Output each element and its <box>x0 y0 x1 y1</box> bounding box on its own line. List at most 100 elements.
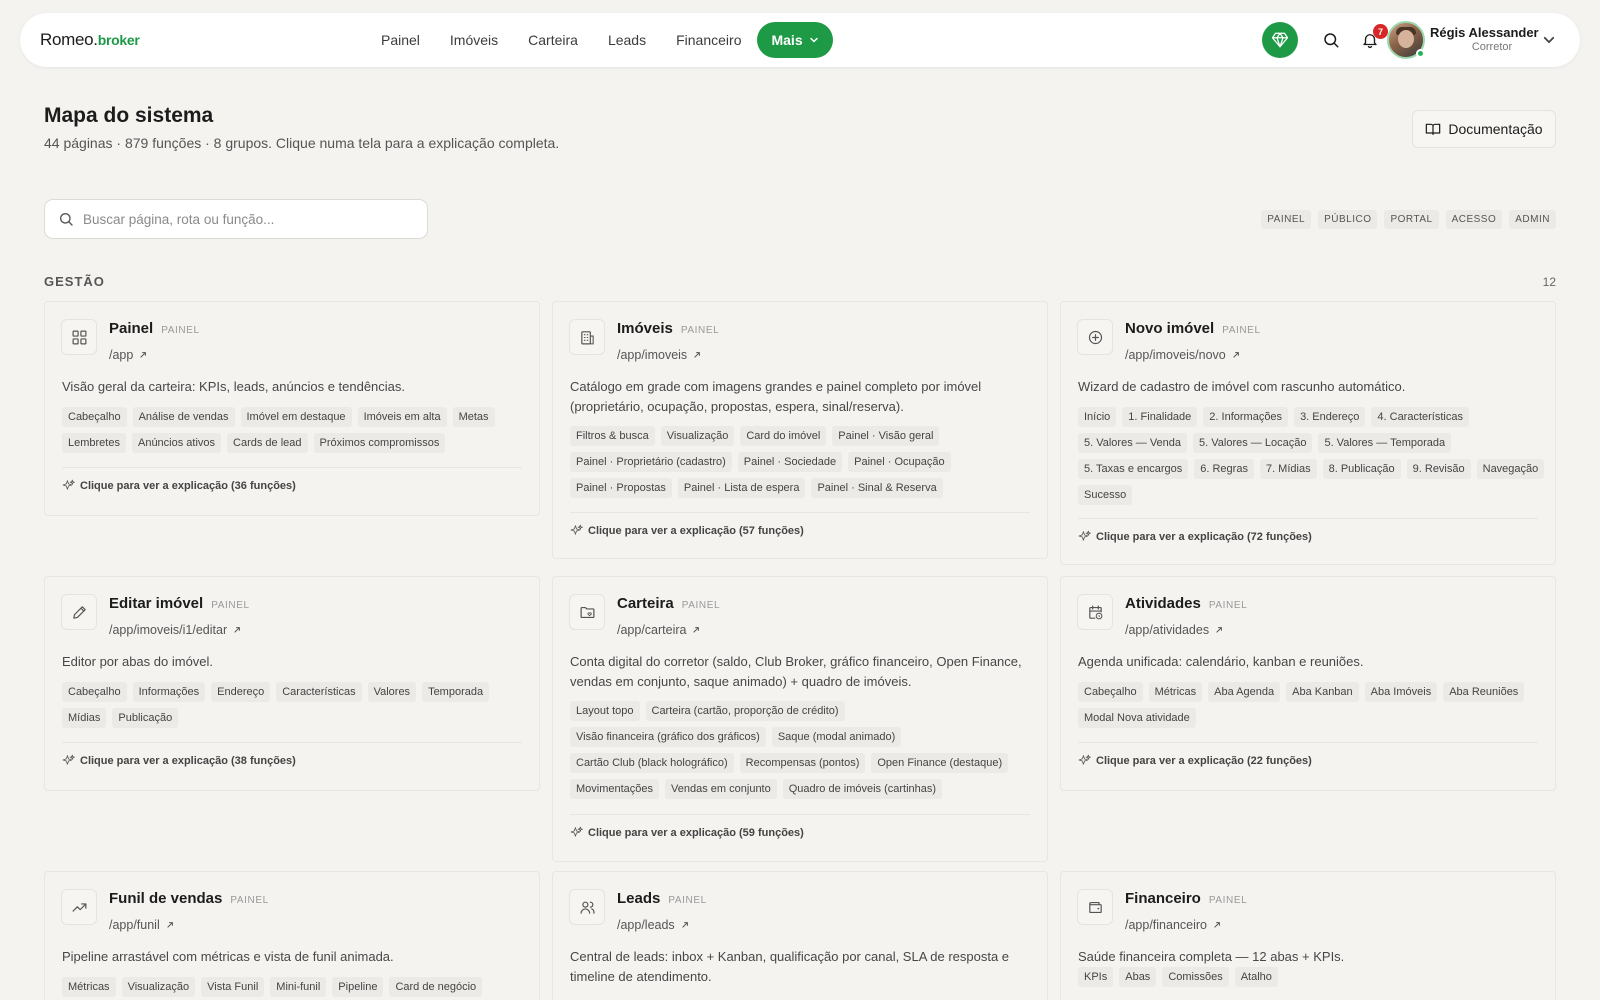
nav-link-painel[interactable]: Painel <box>381 32 420 48</box>
external-link-icon <box>166 922 173 928</box>
function-chip: Vista Funil <box>201 977 265 997</box>
function-chip: Vendas em conjunto <box>665 779 777 799</box>
page-card-editar-imovel[interactable]: Editar imóvel PAINEL /app/imoveis/i1/edit… <box>44 576 540 791</box>
function-chips: Início 1. Finalidade 2. Informações 3. E… <box>1078 407 1548 505</box>
function-chip: Navegação <box>1476 459 1545 479</box>
page-title: Mapa do sistema <box>44 104 214 127</box>
group-filters: PAINEL PÚBLICO PORTAL ACESSO ADMIN <box>1261 210 1556 229</box>
sparkles-icon <box>62 754 75 765</box>
chevron-down-icon <box>809 37 818 43</box>
card-route-link[interactable]: /app/leads <box>617 918 689 932</box>
card-footer-link[interactable]: Clique para ver a explicação (57 funções… <box>570 512 1030 537</box>
external-link-icon <box>681 922 688 928</box>
page-card-atividades[interactable]: Atividades PAINEL /app/atividades Agenda … <box>1060 576 1556 791</box>
card-description: Visão geral da carteira: KPIs, leads, an… <box>62 379 406 394</box>
card-route-link[interactable]: /app/atividades <box>1125 623 1223 637</box>
card-route-link[interactable]: /app/imoveis/i1/editar <box>109 623 241 637</box>
card-route-link[interactable]: /app/imoveis <box>617 348 701 362</box>
function-chips: Cabeçalho Informações Endereço Caracterí… <box>62 682 532 728</box>
nav-link-leads[interactable]: Leads <box>608 32 646 48</box>
more-menu-label: Mais <box>771 32 803 48</box>
search-icon <box>59 213 73 226</box>
documentation-button[interactable]: Documentação <box>1412 110 1556 148</box>
page-card-funil[interactable]: Funil de vendas PAINEL /app/funil Pipelin… <box>44 871 540 1000</box>
function-chip: Aba Imóveis <box>1364 682 1438 702</box>
card-description: Wizard de cadastro de imóvel com rascunh… <box>1078 379 1406 394</box>
function-chip: Aba Agenda <box>1208 682 1281 702</box>
page-card-carteira[interactable]: Carteira PAINEL /app/carteira Conta digit… <box>552 576 1048 862</box>
online-status-dot <box>1416 49 1425 58</box>
book-open-icon <box>1426 123 1441 135</box>
card-title: Funil de vendas <box>109 890 223 907</box>
card-footer-link[interactable]: Clique para ver a explicação (22 funções… <box>1078 742 1538 767</box>
external-link-icon <box>694 352 701 358</box>
card-tag: PAINEL <box>681 600 721 611</box>
function-chip: Anúncios ativos <box>131 433 222 453</box>
premium-button[interactable] <box>1262 22 1298 58</box>
card-route-link[interactable]: /app/financeiro <box>1125 918 1221 932</box>
page-card-imoveis[interactable]: Imóveis PAINEL /app/imoveis Catálogo em g… <box>552 301 1048 559</box>
sparkles-icon <box>570 826 583 837</box>
nav-link-imoveis[interactable]: Imóveis <box>450 32 498 48</box>
sparkles-icon <box>1078 754 1091 765</box>
function-chip: 5. Taxas e encargos <box>1078 459 1189 479</box>
function-chips: Cabeçalho Métricas Aba Agenda Aba Kanban… <box>1078 682 1548 728</box>
notifications-button[interactable]: 7 <box>1358 24 1388 52</box>
page-card-novo-imovel[interactable]: Novo imóvel PAINEL /app/imoveis/novo Wiza… <box>1060 301 1556 565</box>
function-chip: Atalho <box>1234 967 1278 987</box>
section-title: GESTÃO <box>44 274 105 289</box>
function-chip: Quadro de imóveis (cartinhas) <box>782 779 943 799</box>
function-chips: KPIs Abas Comissões Atalho <box>1078 967 1548 987</box>
filter-admin[interactable]: ADMIN <box>1509 210 1556 229</box>
function-chip: 3. Endereço <box>1294 407 1366 427</box>
card-route-link[interactable]: /app <box>109 348 147 362</box>
function-chip: Publicação <box>112 708 179 728</box>
building-icon <box>569 319 605 355</box>
main-nav: Painel Imóveis Carteira Leads Financeiro… <box>381 13 833 67</box>
card-description: Catálogo em grade com imagens grandes e … <box>570 379 982 414</box>
brand-logo[interactable]: Romeo.broker <box>40 30 140 50</box>
filter-publico[interactable]: PÚBLICO <box>1318 210 1378 229</box>
filter-portal[interactable]: PORTAL <box>1384 210 1439 229</box>
card-route-link[interactable]: /app/funil <box>109 918 174 932</box>
function-chip: Carteira (cartão, proporção de crédito) <box>645 701 845 721</box>
page-card-leads[interactable]: Leads PAINEL /app/leads Central de leads:… <box>552 871 1048 1000</box>
function-chip: Cabeçalho <box>62 407 127 427</box>
external-link-icon <box>1216 627 1222 633</box>
filter-acesso[interactable]: ACESSO <box>1445 210 1503 229</box>
function-chip: Aba Kanban <box>1286 682 1359 702</box>
card-tag: PAINEL <box>161 325 200 336</box>
top-navbar: Romeo.broker Painel Imóveis Carteira Lea… <box>20 13 1580 67</box>
function-chip: Card de negócio <box>389 977 483 997</box>
function-chip: KPIs <box>1078 967 1114 987</box>
filter-painel[interactable]: PAINEL <box>1261 210 1312 229</box>
card-route-link[interactable]: /app/imoveis/novo <box>1125 348 1240 362</box>
card-tag: PAINEL <box>211 600 250 611</box>
function-chips: Métricas Visualização Vista Funil Mini-f… <box>62 977 532 997</box>
card-footer-link[interactable]: Clique para ver a explicação (59 funções… <box>570 814 1030 839</box>
function-chip: Cabeçalho <box>1078 682 1143 702</box>
card-footer-link[interactable]: Clique para ver a explicação (36 funções… <box>62 467 522 492</box>
user-menu-chevron-icon[interactable] <box>1542 33 1556 47</box>
function-chip: Métricas <box>62 977 116 997</box>
function-chip: Cards de lead <box>227 433 308 453</box>
avatar[interactable] <box>1387 21 1425 59</box>
function-chip: Saque (modal animado) <box>771 727 902 747</box>
folder-heart-icon <box>569 594 605 630</box>
wallet-icon <box>1077 889 1113 925</box>
sparkles-icon <box>62 479 75 490</box>
nav-link-financeiro[interactable]: Financeiro <box>676 32 741 48</box>
more-menu-button[interactable]: Mais <box>757 22 833 58</box>
search-input[interactable] <box>83 211 403 227</box>
page-card-painel[interactable]: Painel PAINEL /app Visão geral da carteir… <box>44 301 540 516</box>
card-footer-link[interactable]: Clique para ver a explicação (38 funções… <box>62 742 522 767</box>
page-card-financeiro[interactable]: Financeiro PAINEL /app/financeiro Saúde f… <box>1060 871 1556 1000</box>
function-chip: Cabeçalho <box>62 682 127 702</box>
nav-link-carteira[interactable]: Carteira <box>528 32 578 48</box>
diamond-icon <box>1271 32 1289 48</box>
search-button[interactable] <box>1319 28 1343 52</box>
search-field[interactable] <box>44 199 428 239</box>
function-chip: Painel · Sinal & Reserva <box>811 478 943 498</box>
card-route-link[interactable]: /app/carteira <box>617 623 700 637</box>
card-footer-link[interactable]: Clique para ver a explicação (72 funções… <box>1078 518 1538 543</box>
